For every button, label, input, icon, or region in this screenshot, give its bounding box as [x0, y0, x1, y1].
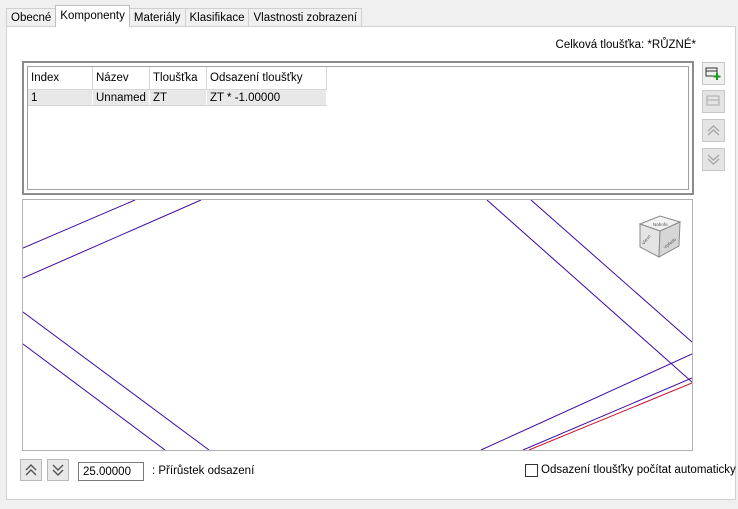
column-header-offset[interactable]: Odsazení tloušťky [206, 67, 327, 90]
offset-increment-label: : Přírůstek odsazení [152, 465, 255, 477]
tab-display-properties[interactable]: Vlastnosti zobrazení [248, 8, 363, 27]
move-up-button[interactable] [702, 119, 725, 142]
offset-increment-input[interactable] [78, 462, 144, 481]
auto-offset-label[interactable]: Odsazení tloušťky počítat automaticky [541, 464, 736, 476]
offset-up-button[interactable] [20, 459, 42, 481]
column-header-name[interactable]: Název [92, 67, 150, 90]
add-component-button[interactable] [702, 62, 725, 85]
remove-component-icon [706, 95, 720, 106]
table-header-row: Index Název Tloušťka Odsazení tloušťky [28, 67, 327, 90]
total-thickness-label: Celková tloušťka: *RŮZNÉ* [555, 39, 696, 51]
viewcube-top-label: Nahoře [653, 222, 668, 227]
components-table: Index Název Tloušťka Odsazení tloušťky 1… [28, 67, 327, 106]
cell-index[interactable]: 1 [28, 89, 93, 106]
auto-offset-checkbox[interactable] [525, 464, 538, 477]
cell-offset[interactable]: ZT * -1.00000 [206, 89, 327, 106]
tab-materials[interactable]: Materiály [128, 8, 186, 27]
tab-classification[interactable]: Klasifikace [184, 8, 250, 27]
move-up-icon [707, 125, 720, 136]
move-down-button[interactable] [702, 148, 725, 171]
component-preview[interactable]: Nahoře Vlevo Vpředu [22, 199, 693, 451]
cell-name[interactable]: Unnamed [92, 89, 150, 106]
preview-lines [23, 200, 692, 450]
preview-canvas[interactable]: Nahoře Vlevo Vpředu [23, 200, 692, 450]
tab-components[interactable]: Komponenty [55, 5, 130, 27]
components-grid: Index Název Tloušťka Odsazení tloušťky 1… [22, 61, 694, 195]
viewcube-icon[interactable]: Nahoře Vlevo Vpředu [638, 215, 682, 258]
tab-general[interactable]: Obecné [6, 8, 57, 27]
cell-thickness[interactable]: ZT [149, 89, 207, 106]
offset-down-button[interactable] [47, 459, 69, 481]
remove-component-button[interactable] [702, 90, 725, 113]
add-component-icon [705, 67, 721, 80]
double-chevron-down-icon [52, 464, 64, 476]
tab-strip: Obecné Komponenty Materiály Klasifikace … [6, 5, 363, 27]
move-down-icon [707, 154, 720, 165]
column-header-thickness[interactable]: Tloušťka [149, 67, 207, 90]
double-chevron-up-icon [25, 464, 37, 476]
column-header-index[interactable]: Index [28, 67, 93, 90]
table-row[interactable]: 1 Unnamed ZT ZT * -1.00000 [28, 89, 327, 106]
